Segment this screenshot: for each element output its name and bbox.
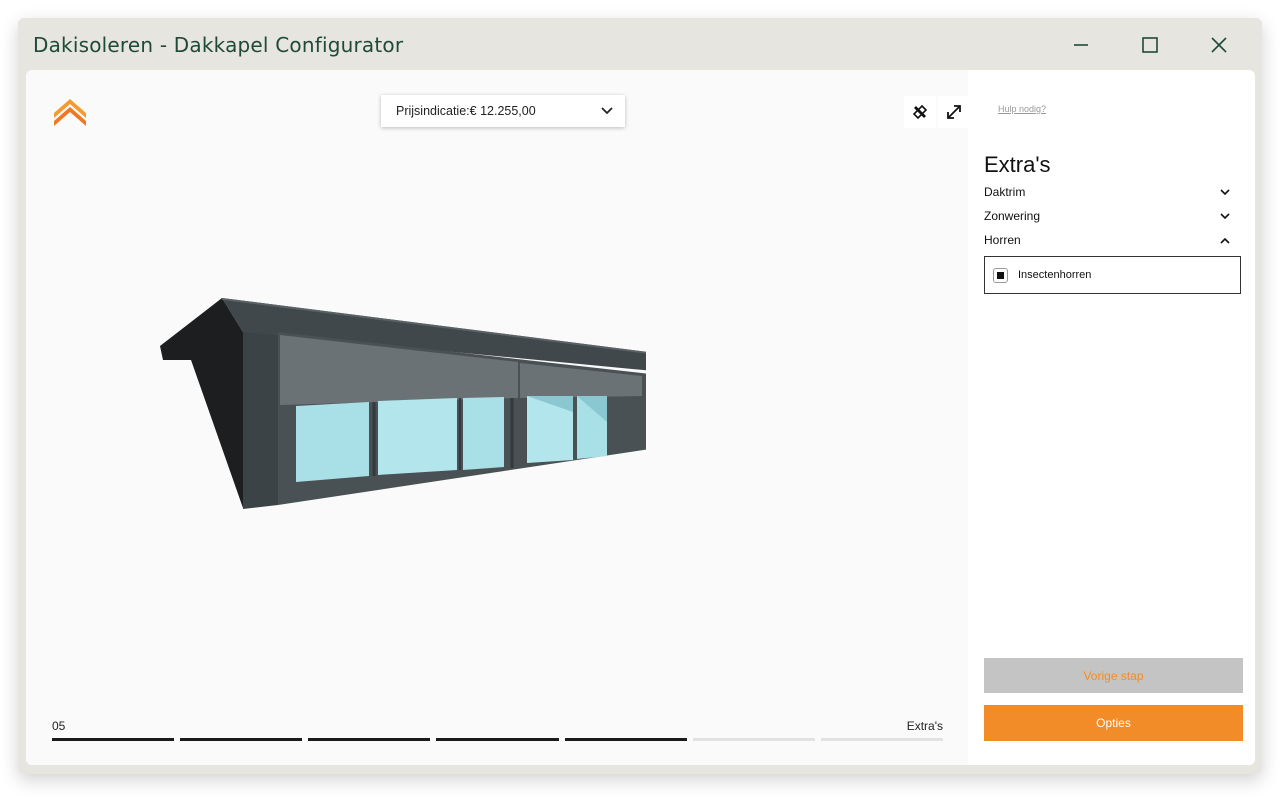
accordion-label: Daktrim (984, 185, 1026, 199)
options-panel: Hulp nodig? Extra's Daktrim Zonwering Ho… (968, 70, 1255, 765)
fullscreen-button[interactable] (938, 96, 970, 128)
app-window: Dakisoleren - Dakkapel Configurator Prij… (18, 18, 1262, 774)
maximize-button[interactable] (1137, 32, 1163, 58)
insectenhorren-checkbox[interactable] (993, 267, 1008, 283)
accordion-daktrim[interactable]: Daktrim (984, 182, 1230, 202)
measure-tools-button[interactable] (904, 96, 936, 128)
close-icon (1211, 37, 1227, 53)
section-title: Extra's (984, 152, 1051, 177)
help-link[interactable]: Hulp nodig? (998, 104, 1046, 114)
chevron-down-icon (601, 107, 613, 115)
option-label: Insectenhorren (1018, 269, 1092, 281)
progress-segment (564, 738, 687, 741)
accordion-horren[interactable]: Horren (984, 230, 1230, 250)
step-progress: 05 Extra's (52, 719, 943, 749)
chevron-down-icon (1220, 188, 1230, 195)
progress-segment (820, 738, 943, 741)
accordion-label: Horren (984, 233, 1021, 247)
title-bar: Dakisoleren - Dakkapel Configurator (18, 18, 1262, 70)
accordion-label: Zonwering (984, 209, 1041, 223)
chevron-up-icon (1220, 237, 1230, 244)
step-number: 05 (52, 719, 66, 733)
next-options-button[interactable]: Opties (984, 705, 1243, 741)
chevron-down-icon (1220, 212, 1230, 219)
price-indication-dropdown[interactable]: Prijsindicatie:€ 12.255,00 (381, 95, 625, 127)
progress-bars (52, 738, 943, 741)
option-insectenhorren[interactable]: Insectenhorren (984, 256, 1241, 294)
close-button[interactable] (1206, 32, 1232, 58)
expand-icon (947, 105, 961, 119)
progress-segment (52, 738, 175, 741)
dormer-3d-model[interactable] (156, 292, 646, 512)
progress-segment (692, 738, 815, 741)
progress-segment (308, 738, 431, 741)
progress-segment (180, 738, 303, 741)
checkbox-checked-mark (997, 271, 1004, 279)
step-name: Extra's (906, 719, 943, 733)
minimize-button[interactable] (1068, 32, 1094, 58)
logo-icon (54, 99, 86, 126)
configurator-content: Prijsindicatie:€ 12.255,00 05 Extra's Hu… (26, 70, 1255, 765)
previous-step-button[interactable]: Vorige stap (984, 658, 1243, 693)
measure-tools-icon (912, 104, 928, 120)
minimize-icon (1074, 44, 1088, 46)
progress-segment (436, 738, 559, 741)
window-title: Dakisoleren - Dakkapel Configurator (33, 33, 404, 57)
3d-viewer[interactable]: Prijsindicatie:€ 12.255,00 05 Extra's (26, 70, 970, 765)
price-indication-label: Prijsindicatie:€ 12.255,00 (396, 104, 536, 118)
accordion-zonwering[interactable]: Zonwering (984, 206, 1230, 226)
maximize-icon (1142, 37, 1158, 53)
